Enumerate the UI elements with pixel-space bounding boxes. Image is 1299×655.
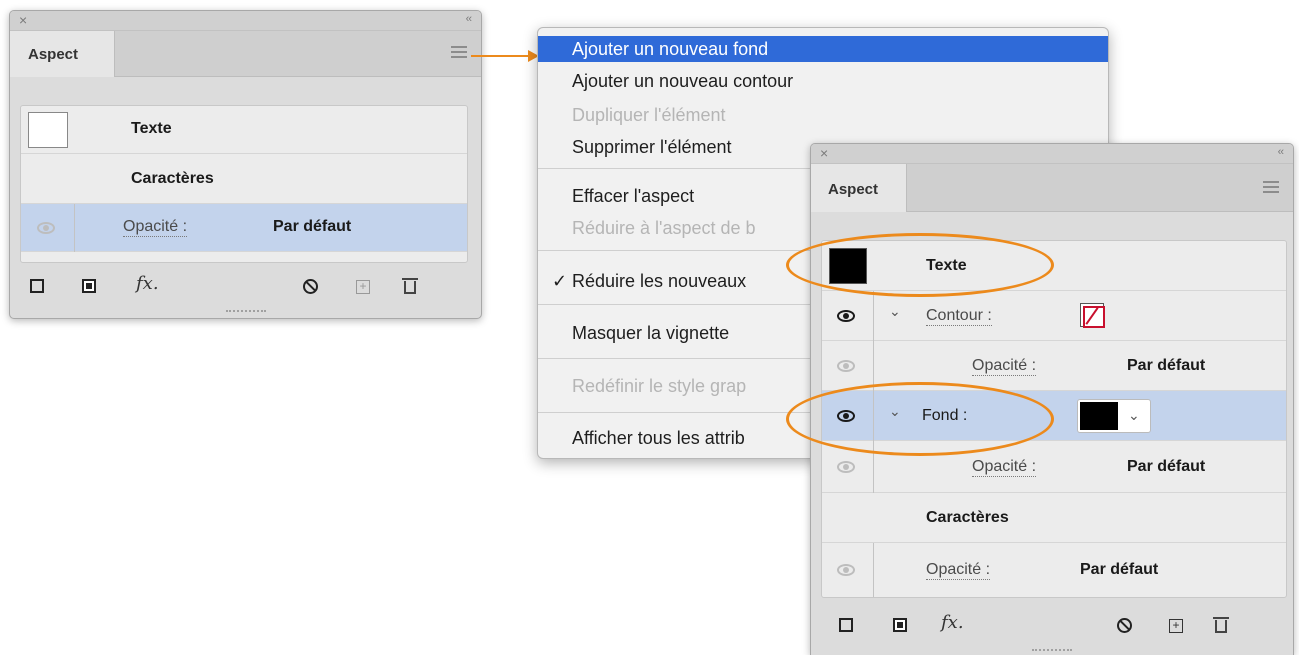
row-fond[interactable]: ⌄ Fond : ⌄ bbox=[822, 391, 1286, 441]
opacity-value: Par défaut bbox=[1127, 458, 1206, 475]
opacity-label[interactable]: Opacité : bbox=[972, 458, 1037, 477]
appearance-panel-small: × ‹‹ Aspect Texte Caractères Opacité : P… bbox=[9, 10, 482, 319]
visibility-eye-icon[interactable] bbox=[837, 461, 855, 473]
checkmark-icon: ✓ bbox=[552, 271, 568, 291]
expand-chevron-icon[interactable]: ⌄ bbox=[889, 303, 901, 320]
add-stroke-icon[interactable] bbox=[30, 279, 44, 293]
panel-tabrow: Aspect bbox=[10, 31, 481, 77]
row-texte-label: Texte bbox=[926, 257, 967, 274]
row-opacite[interactable]: Opacité : Par défaut bbox=[822, 543, 1286, 597]
panel-toolbar: fx. + bbox=[10, 269, 481, 303]
duplicate-item-icon[interactable]: + bbox=[1169, 619, 1183, 633]
menu-item-add-fill[interactable]: Ajouter un nouveau fond bbox=[538, 36, 1108, 62]
visibility-eye-icon[interactable] bbox=[837, 360, 855, 372]
fill-color-dropdown[interactable]: ⌄ bbox=[1077, 399, 1151, 433]
visibility-eye-icon[interactable] bbox=[37, 222, 55, 234]
annotation-arrow bbox=[471, 50, 539, 62]
close-icon[interactable]: × bbox=[820, 145, 828, 161]
opacity-label[interactable]: Opacité : bbox=[972, 357, 1037, 376]
menu-item-duplicate: Dupliquer l'élément bbox=[572, 105, 726, 125]
panel-titlebar: × ‹‹ bbox=[10, 11, 481, 31]
tab-aspect[interactable]: Aspect bbox=[811, 164, 907, 212]
row-opacite[interactable]: Opacité : Par défaut bbox=[21, 204, 467, 252]
add-fill-icon[interactable] bbox=[82, 279, 96, 293]
contour-label[interactable]: Contour : bbox=[926, 307, 992, 326]
row-texte[interactable]: Texte bbox=[21, 106, 467, 154]
visibility-eye-icon[interactable] bbox=[837, 564, 855, 576]
stroke-none-swatch-icon[interactable] bbox=[1080, 303, 1105, 328]
row-caracteres[interactable]: Caractères bbox=[822, 493, 1286, 543]
expand-chevron-icon[interactable]: ⌄ bbox=[889, 403, 901, 420]
opacity-value: Par défaut bbox=[1080, 561, 1159, 578]
opacity-label[interactable]: Opacité : bbox=[123, 218, 188, 237]
object-thumbnail bbox=[829, 248, 867, 284]
row-opacite-fond[interactable]: Opacité : Par défaut bbox=[822, 441, 1286, 493]
fx-icon[interactable]: fx. bbox=[136, 273, 159, 294]
appearance-list: Texte ⌄ Contour : Opacité : Par défaut ⌄… bbox=[821, 240, 1287, 598]
chevron-down-icon: ⌄ bbox=[1128, 407, 1140, 423]
row-opacite-contour[interactable]: Opacité : Par défaut bbox=[822, 341, 1286, 391]
opacity-value: Par défaut bbox=[1127, 357, 1206, 374]
clear-appearance-icon[interactable] bbox=[1117, 618, 1132, 633]
add-stroke-icon[interactable] bbox=[839, 618, 853, 632]
row-texte[interactable]: Texte bbox=[822, 241, 1286, 291]
collapse-icon[interactable]: ‹‹ bbox=[466, 13, 472, 25]
row-contour[interactable]: ⌄ Contour : bbox=[822, 291, 1286, 341]
panel-titlebar: × ‹‹ bbox=[811, 144, 1293, 164]
collapse-icon[interactable]: ‹‹ bbox=[1278, 146, 1284, 158]
row-caracteres[interactable]: Caractères bbox=[21, 154, 467, 204]
fill-black-swatch bbox=[1080, 402, 1118, 430]
tab-aspect[interactable]: Aspect bbox=[10, 31, 115, 77]
opacity-value: Par défaut bbox=[273, 218, 352, 235]
fond-label[interactable]: Fond : bbox=[922, 407, 967, 425]
panel-toolbar: fx. + bbox=[811, 608, 1293, 642]
row-caracteres-label: Caractères bbox=[926, 509, 1009, 526]
resize-grip[interactable] bbox=[1032, 649, 1072, 655]
close-icon[interactable]: × bbox=[19, 12, 27, 28]
appearance-panel-large: × ‹‹ Aspect Texte ⌄ Contour : Opacité : … bbox=[810, 143, 1294, 655]
visibility-eye-icon[interactable] bbox=[837, 410, 855, 422]
clear-appearance-icon[interactable] bbox=[303, 279, 318, 294]
delete-item-icon[interactable] bbox=[1213, 617, 1229, 633]
duplicate-item-icon[interactable]: + bbox=[356, 280, 370, 294]
row-caracteres-label: Caractères bbox=[131, 170, 214, 187]
object-thumbnail bbox=[28, 112, 68, 148]
menu-item-add-stroke[interactable]: Ajouter un nouveau contour bbox=[538, 68, 1108, 94]
panel-menu-icon[interactable] bbox=[1263, 181, 1279, 193]
panel-menu-icon[interactable] bbox=[451, 46, 467, 58]
panel-tabrow: Aspect bbox=[811, 164, 1293, 212]
appearance-list: Texte Caractères Opacité : Par défaut bbox=[20, 105, 468, 263]
row-texte-label: Texte bbox=[131, 120, 172, 137]
menu-item-label: Réduire les nouveaux bbox=[572, 271, 747, 291]
delete-item-icon[interactable] bbox=[402, 278, 418, 294]
resize-grip[interactable] bbox=[225, 310, 266, 316]
fx-icon[interactable]: fx. bbox=[941, 612, 964, 633]
opacity-label[interactable]: Opacité : bbox=[926, 561, 991, 580]
visibility-eye-icon[interactable] bbox=[837, 310, 855, 322]
add-fill-icon[interactable] bbox=[893, 618, 907, 632]
